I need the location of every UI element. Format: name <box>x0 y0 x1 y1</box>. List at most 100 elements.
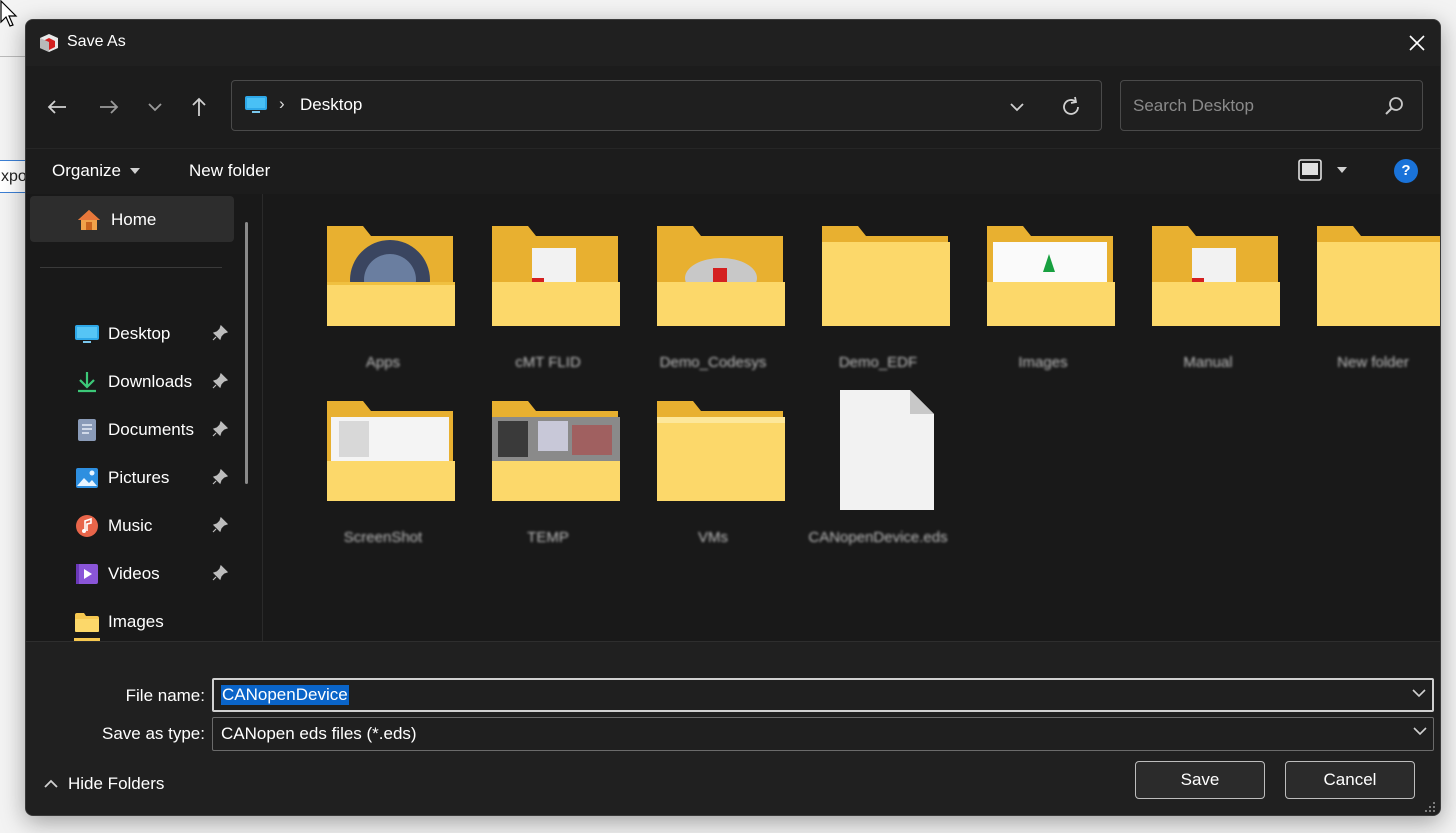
file-item-document[interactable]: CANopenDevice.eds <box>798 390 958 560</box>
change-view-button[interactable] <box>1298 159 1348 181</box>
hide-folders-button[interactable]: Hide Folders <box>44 774 164 794</box>
caret-down-icon <box>129 168 140 174</box>
file-name-value[interactable]: CANopenDevice <box>221 685 349 705</box>
sidebar-item-documents[interactable]: Documents <box>26 406 236 454</box>
save-as-dialog: Save As › Desktop Search Desktop Organiz… <box>25 19 1441 816</box>
background-text-field: xpo <box>0 160 26 193</box>
forward-button[interactable] <box>92 92 126 122</box>
organize-label: Organize <box>52 161 121 180</box>
file-name: Demo_EDF <box>838 354 918 371</box>
close-icon <box>1409 35 1425 51</box>
caret-down-icon <box>1337 167 1347 173</box>
new-folder-button[interactable]: New folder <box>189 161 270 181</box>
folder-icon <box>657 401 785 501</box>
save-form-panel: File name: CANopenDevice Save as type: C… <box>26 641 1440 815</box>
sidebar-item-label: Home <box>111 210 157 229</box>
help-button[interactable]: ? <box>1394 159 1418 183</box>
pin-icon <box>212 565 228 581</box>
sidebar-item-images[interactable]: Images <box>26 598 236 646</box>
folder-icon <box>492 226 620 326</box>
sidebar-item-label: Images <box>108 612 164 631</box>
home-icon <box>78 210 100 230</box>
folder-icon <box>492 401 620 501</box>
file-name: TEMP <box>527 529 569 546</box>
sidebar-item-label: Videos <box>108 564 160 583</box>
file-name: cMT FLID <box>515 354 581 371</box>
chevron-down-icon[interactable] <box>1412 688 1426 698</box>
save-button[interactable]: Save <box>1135 761 1265 799</box>
title-bar[interactable]: Save As <box>26 20 1440 66</box>
folder-icon <box>1317 226 1440 326</box>
file-item-folder[interactable]: VMs <box>633 397 793 567</box>
navigation-pane: Home Desktop Downloads Documents Picture… <box>26 194 262 641</box>
breadcrumb-desktop[interactable]: Desktop <box>300 95 362 115</box>
file-item-folder[interactable]: Manual <box>1128 222 1288 392</box>
back-button[interactable] <box>40 92 74 122</box>
mouse-cursor-icon <box>0 0 18 27</box>
sidebar-item-label: Pictures <box>108 468 170 487</box>
app-logo-icon <box>40 34 58 52</box>
file-name-input[interactable]: CANopenDevice <box>212 678 1434 712</box>
file-item-folder[interactable]: New folder <box>1293 222 1440 392</box>
sidebar-item-label: Music <box>108 516 153 535</box>
file-item-folder[interactable]: Images <box>963 222 1123 392</box>
arrow-right-icon <box>100 100 119 114</box>
pin-icon <box>212 421 228 437</box>
up-button[interactable] <box>182 92 216 122</box>
refresh-icon <box>1063 96 1079 115</box>
search-icon <box>1385 97 1403 115</box>
search-box[interactable]: Search Desktop <box>1120 80 1423 131</box>
organize-button[interactable]: Organize <box>52 161 141 181</box>
save-type-select[interactable]: CANopen eds files (*.eds) <box>212 717 1434 751</box>
refresh-button[interactable] <box>1056 93 1086 121</box>
file-item-folder[interactable]: Demo_EDF <box>798 222 958 392</box>
file-item-folder[interactable]: Apps <box>303 222 463 392</box>
folder-icon <box>327 401 455 501</box>
save-type-label: Save as type: <box>101 724 205 743</box>
pin-icon <box>212 469 228 485</box>
sidebar-item-label: Documents <box>108 420 194 439</box>
breadcrumb-separator: › <box>279 94 285 113</box>
document-icon <box>74 417 100 443</box>
folder-icon <box>74 609 100 635</box>
sidebar-item-pictures[interactable]: Pictures <box>26 454 236 502</box>
background-divider <box>0 56 26 57</box>
address-bar[interactable]: › Desktop <box>231 80 1102 131</box>
command-bar: Organize New folder ? <box>26 148 1440 194</box>
folder-icon <box>657 226 785 326</box>
arrow-left-icon <box>47 100 66 114</box>
save-type-value: CANopen eds files (*.eds) <box>221 724 417 743</box>
search-placeholder: Search Desktop <box>1133 96 1254 115</box>
chevron-up-icon <box>44 779 58 788</box>
address-dropdown-button[interactable] <box>1002 94 1032 120</box>
file-item-folder[interactable]: Demo_Codesys <box>633 222 793 392</box>
pictures-icon <box>74 465 100 491</box>
navigation-bar: › Desktop Search Desktop <box>26 66 1440 148</box>
resize-grip-icon[interactable] <box>1424 801 1436 813</box>
file-name: Images <box>1018 354 1068 371</box>
sidebar-item-label: Desktop <box>108 324 171 343</box>
desktop-icon <box>245 96 267 113</box>
sidebar-item-label: Downloads <box>108 372 193 391</box>
file-item-folder[interactable]: ScreenShot <box>303 397 463 567</box>
file-name: CANopenDevice.eds <box>808 529 948 546</box>
chevron-down-icon <box>148 103 162 112</box>
folder-icon <box>822 226 950 326</box>
sidebar-item-music[interactable]: Music <box>26 502 236 550</box>
recent-locations-button[interactable] <box>138 92 172 122</box>
music-icon <box>74 513 100 539</box>
sidebar-item-downloads[interactable]: Downloads <box>26 358 236 406</box>
pin-icon <box>212 517 228 533</box>
download-icon <box>74 369 100 395</box>
sidebar-item-desktop[interactable]: Desktop <box>26 310 236 358</box>
close-button[interactable] <box>1394 20 1440 66</box>
sidebar-item-videos[interactable]: Videos <box>26 550 236 598</box>
arrow-up-icon <box>192 97 206 116</box>
cancel-button[interactable]: Cancel <box>1285 761 1415 799</box>
file-name-label: File name: <box>125 686 205 705</box>
file-item-folder[interactable]: TEMP <box>468 397 628 567</box>
sidebar-scrollbar[interactable] <box>245 222 248 484</box>
sidebar-item-home[interactable]: Home <box>30 196 234 242</box>
file-item-folder[interactable]: cMT FLID <box>468 222 628 392</box>
folder-icon <box>987 226 1115 326</box>
